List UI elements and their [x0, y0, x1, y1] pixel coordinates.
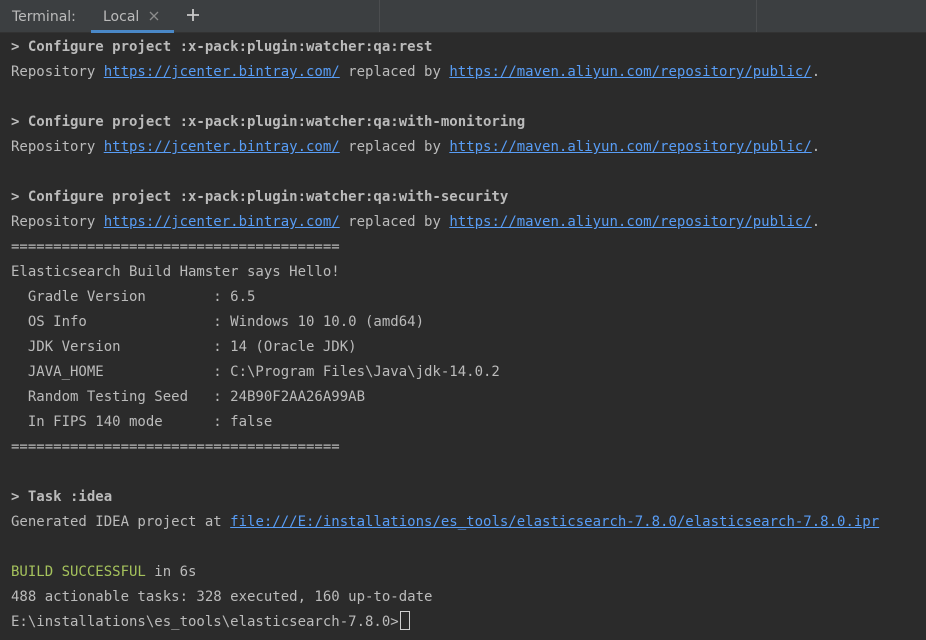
- close-icon[interactable]: [147, 9, 161, 23]
- terminal-tab-bar: Terminal: Local: [0, 0, 926, 33]
- info-fips-mode: In FIPS 140 mode : false: [11, 414, 273, 430]
- replaced-by-text: replaced by: [339, 139, 450, 155]
- replaced-by-text: replaced by: [339, 64, 450, 80]
- build-time: in 6s: [145, 564, 197, 580]
- build-status: BUILD SUCCESSFUL: [11, 564, 146, 580]
- command-prompt[interactable]: E:\installations\es_tools\elasticsearch-…: [11, 610, 410, 635]
- tasks-summary: 488 actionable tasks: 328 executed, 160 …: [11, 589, 433, 605]
- terminal-window: Terminal: Local > Configure project :x-p…: [0, 0, 926, 640]
- repo-text: Repository: [11, 64, 104, 80]
- repository-line-security: Repository https://jcenter.bintray.com/ …: [11, 210, 820, 235]
- separator-line: =======================================: [11, 439, 340, 455]
- tab-local-label: Local: [103, 9, 140, 25]
- info-java-home: JAVA_HOME : C:\Program Files\Java\jdk-14…: [11, 364, 500, 380]
- task-header: > Task :idea: [11, 489, 113, 505]
- generated-project-line: Generated IDEA project at file:///E:/ins…: [11, 510, 879, 535]
- terminal-output[interactable]: > Configure project :x-pack:plugin:watch…: [0, 35, 926, 640]
- prompt-path: E:\installations\es_tools\elasticsearch-…: [11, 614, 399, 630]
- period-text: .: [811, 139, 821, 155]
- text-cursor: [399, 611, 410, 630]
- plus-icon[interactable]: [185, 7, 201, 23]
- ipr-file-link[interactable]: file:///E:/installations/es_tools/elasti…: [230, 514, 879, 530]
- generated-text: Generated IDEA project at: [11, 514, 231, 530]
- configure-header-monitoring: > Configure project :x-pack:plugin:watch…: [11, 114, 526, 130]
- tab-local[interactable]: Local: [91, 0, 174, 33]
- repository-line-monitoring: Repository https://jcenter.bintray.com/ …: [11, 135, 820, 160]
- hamster-hello: Elasticsearch Build Hamster says Hello!: [11, 264, 340, 280]
- period-text: .: [811, 64, 821, 80]
- info-jdk-version: JDK Version : 14 (Oracle JDK): [11, 339, 357, 355]
- replaced-by-text: replaced by: [339, 214, 450, 230]
- configure-header-rest: > Configure project :x-pack:plugin:watch…: [11, 39, 433, 55]
- terminal-title: Terminal:: [12, 9, 76, 25]
- repo-text: Repository: [11, 214, 104, 230]
- tab-bar-divider: [756, 0, 757, 32]
- info-os: OS Info : Windows 10 10.0 (amd64): [11, 314, 425, 330]
- jcenter-link[interactable]: https://jcenter.bintray.com/: [104, 64, 340, 80]
- separator-line: =======================================: [11, 239, 340, 255]
- aliyun-link[interactable]: https://maven.aliyun.com/repository/publ…: [449, 64, 811, 80]
- build-result-line: BUILD SUCCESSFUL in 6s: [11, 560, 196, 585]
- period-text: .: [811, 214, 821, 230]
- jcenter-link[interactable]: https://jcenter.bintray.com/: [104, 139, 340, 155]
- tab-bar-divider: [379, 0, 380, 32]
- aliyun-link[interactable]: https://maven.aliyun.com/repository/publ…: [449, 214, 811, 230]
- jcenter-link[interactable]: https://jcenter.bintray.com/: [104, 214, 340, 230]
- info-gradle-version: Gradle Version : 6.5: [11, 289, 256, 305]
- repo-text: Repository: [11, 139, 104, 155]
- aliyun-link[interactable]: https://maven.aliyun.com/repository/publ…: [449, 139, 811, 155]
- configure-header-security: > Configure project :x-pack:plugin:watch…: [11, 189, 509, 205]
- info-random-seed: Random Testing Seed : 24B90F2AA26A99AB: [11, 389, 366, 405]
- repository-line-rest: Repository https://jcenter.bintray.com/ …: [11, 60, 820, 85]
